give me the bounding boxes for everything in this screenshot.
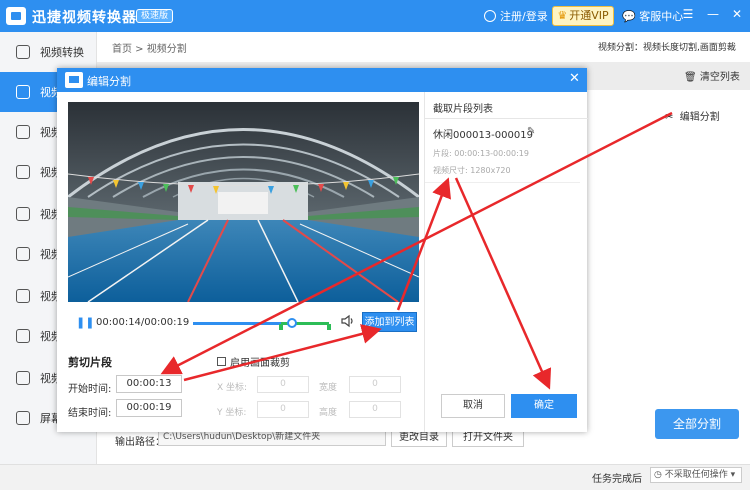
scissors-icon: ✂ [665, 112, 674, 123]
edit-split-button[interactable]: ✂ 编辑分割 [665, 108, 720, 123]
confirm-button[interactable]: 确定 [511, 394, 577, 418]
customer-service-link[interactable]: 💬 客服中心 [622, 8, 683, 24]
split-all-button[interactable]: 全部分割 [655, 409, 739, 439]
divider [425, 182, 580, 183]
video-merge-icon [16, 125, 30, 139]
app-title: 迅捷视频转换器 [32, 10, 137, 26]
clear-list-button[interactable]: 🗑 清空列表 [684, 68, 740, 83]
start-marker[interactable] [279, 324, 283, 330]
vip-label: 开通VIP [569, 9, 609, 22]
width-label: 宽度 [319, 383, 338, 393]
playhead-handle[interactable] [287, 318, 297, 328]
end-time-input[interactable]: 00:00:19 [116, 399, 182, 417]
player-controls: ❚❚ 00:00:14/00:00:19 添加到列表 [68, 308, 419, 338]
app-logo-icon [6, 7, 26, 25]
y-coordinate-label: Y 坐标: [217, 408, 247, 418]
audio-extract-icon [16, 207, 30, 221]
divider [425, 118, 588, 119]
volume-icon[interactable] [341, 314, 355, 328]
open-vip-button[interactable]: ♛ 开通VIP [552, 6, 614, 26]
edit-split-label: 编辑分割 [679, 112, 720, 123]
trash-icon: 🗑 [684, 72, 697, 83]
speed-icon [16, 371, 30, 385]
clear-list-label: 清空列表 [699, 72, 740, 83]
video-edit-icon [16, 329, 30, 343]
edition-badge: 极速版 [136, 9, 174, 23]
cut-section-title: 剪切片段 [68, 356, 112, 369]
y-coordinate-input[interactable]: 0 [257, 401, 309, 418]
breadcrumb: 首页 > 视频分割 [112, 44, 187, 55]
video-convert-icon [16, 45, 30, 59]
height-input[interactable]: 0 [349, 401, 401, 418]
clip-list-panel: 截取片段列表 休闲000013-000019 ✎ 片段: 00:00:13-00… [424, 92, 588, 432]
x-coordinate-input[interactable]: 0 [257, 376, 309, 393]
gif-icon [16, 165, 30, 179]
clip-size: 视频尺寸: 1280x720 [433, 166, 511, 175]
mode-info-text: 视频分割：视频长度切割,画面剪裁 [598, 43, 736, 53]
start-time-label: 开始时间: [68, 384, 112, 395]
dialog-header: 编辑分割 ✕ [57, 68, 587, 92]
edit-split-dialog: 编辑分割 ✕ ❚❚ 00:00:14/00:00:19 添加到列表 剪切片段 开… [57, 68, 588, 432]
chevron-down-icon: ▾ [730, 470, 736, 480]
clock-icon: ◷ [654, 470, 662, 480]
crown-icon: ♛ [557, 9, 568, 22]
watermark-icon [16, 289, 30, 303]
sidebar-item-video-convert[interactable]: 视频转换 [0, 32, 97, 72]
playback-time: 00:00:14/00:00:19 [96, 317, 190, 328]
timeline-progress [193, 322, 291, 325]
end-marker[interactable] [327, 324, 331, 330]
crop-label: 启用画面裁剪 [230, 358, 290, 369]
pencil-icon[interactable]: ✎ [527, 126, 535, 137]
pause-icon[interactable]: ❚❚ [76, 316, 94, 329]
height-label: 高度 [319, 408, 338, 418]
close-window-icon[interactable]: ✕ [730, 7, 744, 21]
sidebar-item-label: 视频转换 [40, 46, 84, 59]
menu-icon[interactable]: ☰ [681, 7, 695, 21]
dialog-title: 编辑分割 [87, 75, 131, 88]
after-task-label: 任务完成后 [592, 474, 642, 485]
clip-range: 片段: 00:00:13-00:00:19 [433, 149, 529, 158]
video-compress-icon [16, 247, 30, 261]
after-task-value: 不采取任何操作 [664, 470, 728, 480]
clip-list-title: 截取片段列表 [433, 104, 493, 115]
minimize-icon[interactable]: — [706, 7, 720, 21]
cancel-button[interactable]: 取消 [441, 394, 505, 418]
video-preview[interactable] [68, 102, 419, 302]
checkbox-box [217, 357, 226, 366]
title-bar: 迅捷视频转换器 极速版 注册/登录 ♛ 开通VIP 💬 客服中心 ☰ — ✕ [0, 0, 750, 32]
chat-icon: 💬 [622, 10, 636, 23]
login-label: 注册/登录 [500, 10, 548, 23]
login-link[interactable]: 注册/登录 [484, 8, 548, 24]
add-to-list-button[interactable]: 添加到列表 [362, 312, 417, 332]
pool-video-frame [68, 102, 419, 302]
screen-record-icon [16, 411, 30, 425]
enable-crop-checkbox[interactable]: 启用画面裁剪 [217, 354, 290, 369]
end-time-label: 结束时间: [68, 408, 112, 419]
user-icon [484, 10, 496, 22]
video-split-icon [16, 85, 30, 99]
width-input[interactable]: 0 [349, 376, 401, 393]
start-time-input[interactable]: 00:00:13 [116, 375, 182, 393]
close-icon[interactable]: ✕ [569, 72, 580, 86]
after-task-select[interactable]: ◷ 不采取任何操作 ▾ [650, 467, 742, 483]
clip-name: 休闲000013-000019 [433, 130, 533, 141]
dialog-logo-icon [65, 72, 83, 88]
timeline-slider[interactable] [193, 318, 331, 330]
x-coordinate-label: X 坐标: [217, 383, 248, 393]
service-label: 客服中心 [639, 10, 684, 23]
